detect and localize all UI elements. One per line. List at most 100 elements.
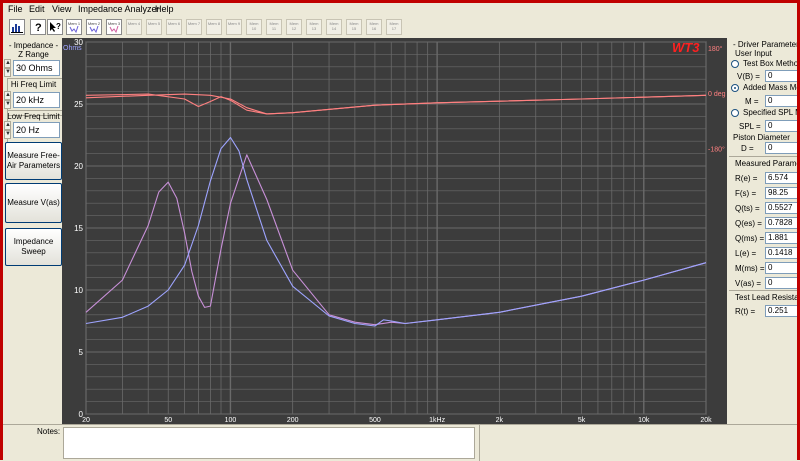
vb-label: V(B) = xyxy=(737,72,760,81)
param-value: 98.25 xyxy=(765,187,797,199)
panel-divider xyxy=(729,156,797,157)
spin-down-icon[interactable]: ▼ xyxy=(4,100,11,109)
chart-button[interactable] xyxy=(9,19,25,35)
menu-view[interactable]: View xyxy=(52,4,71,14)
toolbar-memory-label: Mem 15 xyxy=(347,21,361,31)
param-label: Q(ts) = xyxy=(735,204,760,213)
spl-field[interactable]: 0 xyxy=(765,120,797,132)
measured-parameters-title: Measured Parameters xyxy=(735,159,797,168)
z-range-field[interactable]: 30 Ohms xyxy=(13,60,60,76)
driver-parameters-title: - Driver Parameters - xyxy=(733,40,797,49)
toolbar-memory-label: Mem 11 xyxy=(267,21,281,31)
toolbar-memory-13[interactable]: Mem 13 xyxy=(306,19,322,35)
toolbar-memory-7[interactable]: Mem 7 xyxy=(186,19,202,35)
param-value: 0 xyxy=(765,277,797,289)
low-freq-spinner[interactable]: ▲▼ xyxy=(4,121,11,141)
param-label: M(ms) = xyxy=(735,264,765,273)
param-value: 0.7828 xyxy=(765,217,797,229)
toolbar-memory-14[interactable]: Mem 14 xyxy=(326,19,342,35)
x-tick-label: 20 xyxy=(82,417,90,424)
x-tick-label: 5k xyxy=(578,417,586,424)
hi-freq-spinner[interactable]: ▲▼ xyxy=(4,91,11,111)
svg-text:?: ? xyxy=(56,22,61,31)
x-tick-label: 200 xyxy=(287,417,299,424)
context-help-icon: ? xyxy=(48,20,62,34)
toolbar-memory-10[interactable]: Mem 10 xyxy=(246,19,262,35)
toolbar-memory-label: Mem 14 xyxy=(327,21,341,31)
spin-up-icon[interactable]: ▲ xyxy=(4,59,11,68)
impedance-sweep-button[interactable]: Impedance Sweep xyxy=(5,228,62,266)
notes-label: Notes: xyxy=(37,427,60,436)
x-tick-label: 100 xyxy=(225,417,237,424)
series-line-trace_a_impedance xyxy=(86,155,706,325)
z-range-spinner[interactable]: ▲▼ xyxy=(4,59,11,79)
context-help-button[interactable]: ? xyxy=(47,19,63,35)
phase-tick-label: 180° xyxy=(708,45,723,53)
toolbar-memory-label: Mem 10 xyxy=(247,21,261,31)
x-tick-label: 2k xyxy=(496,417,504,424)
toolbar-memory-1[interactable]: Mem 1 xyxy=(66,19,82,35)
notes-area: Notes: xyxy=(3,424,797,461)
toolbar-memory-label: Mem 2 xyxy=(87,21,101,26)
measure-vas-button[interactable]: Measure V(as) xyxy=(5,183,62,223)
menu-file[interactable]: File xyxy=(8,4,23,14)
toolbar-memory-label: Mem 5 xyxy=(147,21,161,26)
measure-free-air-button[interactable]: Measure Free-Air Parameters xyxy=(5,142,62,180)
test-box-radio[interactable] xyxy=(731,60,739,68)
spin-down-icon[interactable]: ▼ xyxy=(4,130,11,139)
spin-up-icon[interactable]: ▲ xyxy=(4,91,11,100)
toolbar-memory-3[interactable]: Mem 3 xyxy=(106,19,122,35)
spin-down-icon[interactable]: ▼ xyxy=(4,68,11,77)
toolbar-memory-12[interactable]: Mem 12 xyxy=(286,19,302,35)
z-range-label: Z Range xyxy=(6,50,61,59)
toolbar-memory-2[interactable]: Mem 2 xyxy=(86,19,102,35)
param-value: 0 xyxy=(765,262,797,274)
x-tick-label: 500 xyxy=(369,417,381,424)
m-field[interactable]: 0 xyxy=(765,95,797,107)
panel-divider xyxy=(729,290,797,291)
specified-spl-radio[interactable] xyxy=(731,109,739,117)
toolbar-memory-label: Mem 7 xyxy=(187,21,201,26)
phase-tick-label: 0 deg xyxy=(708,91,726,98)
toolbar-memory-15[interactable]: Mem 15 xyxy=(346,19,362,35)
param-label: V(as) = xyxy=(735,279,761,288)
toolbar-memory-label: Mem 13 xyxy=(307,21,321,31)
toolbar-memory-11[interactable]: Mem 11 xyxy=(266,19,282,35)
menu-help[interactable]: Help xyxy=(155,4,174,14)
menu-impedance-analyzer[interactable]: Impedance Analyzer xyxy=(78,4,160,14)
user-input-title: User Input xyxy=(735,49,772,58)
param-value: 0.1418 xyxy=(765,247,797,259)
low-freq-field[interactable]: 20 Hz xyxy=(13,122,60,138)
x-tick-label: 1kHz xyxy=(429,417,445,424)
added-mass-label: Added Mass Method xyxy=(743,83,797,92)
chart-icon xyxy=(10,20,24,34)
spin-up-icon[interactable]: ▲ xyxy=(4,121,11,130)
rt-field[interactable]: 0.251 xyxy=(765,305,797,317)
toolbar-memory-8[interactable]: Mem 8 xyxy=(206,19,222,35)
param-label: F(s) = xyxy=(735,189,756,198)
d-field[interactable]: 0 xyxy=(765,142,797,154)
impedance-panel-title: - Impedance - xyxy=(6,41,61,50)
menu-edit[interactable]: Edit xyxy=(29,4,45,14)
toolbar-memory-9[interactable]: Mem 9 xyxy=(226,19,242,35)
m-label: M = xyxy=(745,97,759,106)
help-button[interactable]: ? xyxy=(30,19,46,35)
help-pointer-icon: ? xyxy=(31,20,45,34)
toolbar-memory-4[interactable]: Mem 4 xyxy=(126,19,142,35)
toolbar-memory-label: Mem 9 xyxy=(227,21,241,26)
toolbar-memory-17[interactable]: Mem 17 xyxy=(386,19,402,35)
toolbar-memory-5[interactable]: Mem 5 xyxy=(146,19,162,35)
toolbar-memory-6[interactable]: Mem 6 xyxy=(166,19,182,35)
notes-field[interactable] xyxy=(63,427,475,459)
vb-field[interactable]: 0 xyxy=(765,70,797,82)
phase-tick-label: -180° xyxy=(708,146,725,154)
x-tick-label: 10k xyxy=(638,417,650,424)
spl-label: SPL = xyxy=(739,122,761,131)
hi-freq-field[interactable]: 20 kHz xyxy=(13,92,60,108)
added-mass-radio[interactable] xyxy=(731,84,739,92)
x-tick-label: 50 xyxy=(164,417,172,424)
toolbar-memory-16[interactable]: Mem 16 xyxy=(366,19,382,35)
toolbar-memory-label: Mem 3 xyxy=(107,21,121,26)
plot-ticks: 302520151050180°0 deg-180°20501002005001… xyxy=(74,38,726,424)
driver-parameters-panel: - Driver Parameters - User Input Test Bo… xyxy=(727,38,797,424)
